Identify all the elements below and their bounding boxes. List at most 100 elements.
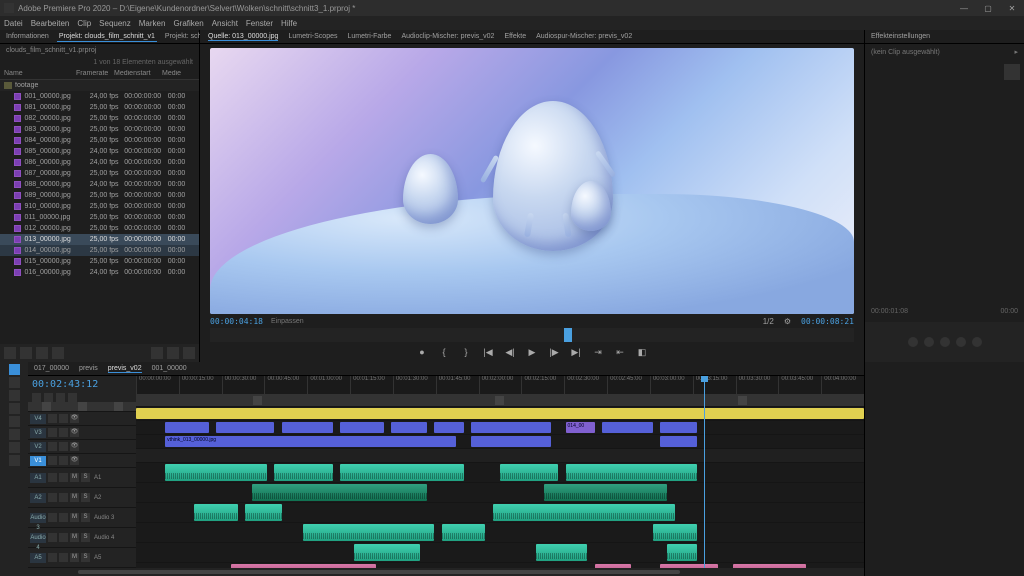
clip-row[interactable]: 088_00000.jpg24,00 fps00:00:00:0000:00 (0, 179, 199, 190)
play-icon[interactable]: ▶ (525, 345, 539, 359)
track-header[interactable]: V4👁 (28, 411, 136, 425)
razor-tool[interactable] (9, 403, 20, 414)
out-point-icon[interactable]: } (459, 345, 473, 359)
timeline-clip[interactable] (274, 464, 332, 481)
step-fwd-icon[interactable]: |▶ (547, 345, 561, 359)
util-btn-5[interactable] (972, 337, 982, 347)
timeline-clip[interactable] (536, 544, 587, 561)
clip-row[interactable]: 013_00000.jpg25,00 fps00:00:00:0000:00 (0, 234, 199, 245)
track-target[interactable]: V2 (30, 442, 46, 452)
sequence-tab[interactable]: previs_v02 (108, 365, 142, 373)
track-solo-icon[interactable]: S (81, 513, 90, 522)
track-lane[interactable] (136, 448, 864, 462)
clip-row[interactable]: 910_00000.jpg25,00 fps00:00:00:0000:00 (0, 201, 199, 212)
track-select-tool[interactable] (9, 377, 20, 388)
col-mediaend[interactable]: Medie (162, 70, 192, 77)
track-visible-icon[interactable]: M (70, 513, 79, 522)
clip-row[interactable]: 089_00000.jpg25,00 fps00:00:00:0000:00 (0, 190, 199, 201)
minimize-button[interactable]: — (956, 4, 972, 13)
source-tc-in[interactable]: 00:00:04:18 (210, 317, 263, 326)
track-visible-icon[interactable]: M (70, 493, 79, 502)
clip-row[interactable]: 086_00000.jpg24,00 fps00:00:00:0000:00 (0, 157, 199, 168)
timeline-tracks-area[interactable]: 00:00:00:0000:00:15:0000:00:30:0000:00:4… (136, 376, 864, 568)
playhead[interactable] (704, 376, 705, 568)
track-lock-icon[interactable] (48, 414, 57, 423)
track-header[interactable]: Audio 3MSAudio 3 (28, 507, 136, 527)
track-lock-icon[interactable] (48, 473, 57, 482)
track-sync-icon[interactable] (59, 456, 68, 465)
track-lock-icon[interactable] (48, 513, 57, 522)
timeline-clip[interactable] (471, 422, 551, 433)
close-button[interactable]: ✕ (1004, 4, 1020, 13)
source-fit[interactable]: Einpassen (271, 318, 755, 325)
track-target[interactable]: A5 (30, 553, 46, 563)
track-solo-icon[interactable]: S (81, 553, 90, 562)
marker-add-icon[interactable] (56, 393, 65, 402)
track-visible-icon[interactable]: M (70, 473, 79, 482)
track-lock-icon[interactable] (48, 456, 57, 465)
project-tab[interactable]: Informationen (4, 32, 51, 41)
timeline-clip[interactable] (660, 422, 696, 433)
project-tab[interactable]: Projekt: clouds_film_schnitt_v1 (57, 32, 157, 42)
menu-fenster[interactable]: Fenster (246, 19, 273, 28)
track-header[interactable]: A2MSA2 (28, 487, 136, 507)
track-visible-icon[interactable]: 👁 (70, 442, 79, 451)
track-solo-icon[interactable]: S (81, 493, 90, 502)
timeline-clip[interactable] (303, 524, 434, 541)
timeline-clip[interactable] (245, 504, 281, 521)
find-icon[interactable] (151, 347, 163, 359)
source-tab[interactable]: Lumetri-Farbe (347, 33, 391, 40)
menu-datei[interactable]: Datei (4, 19, 23, 28)
new-item-icon[interactable] (167, 347, 179, 359)
timeline-clip[interactable] (340, 464, 464, 481)
time-ruler[interactable]: 00:00:00:0000:00:15:0000:00:30:0000:00:4… (136, 376, 864, 394)
ripple-tool[interactable] (9, 390, 20, 401)
clip-row[interactable]: 011_00000.jpg25,00 fps00:00:00:0000:00 (0, 212, 199, 223)
icon-view-icon[interactable] (36, 347, 48, 359)
track-header[interactable]: V3👁 (28, 425, 136, 439)
export-frame-icon[interactable]: ◧ (635, 345, 649, 359)
clip-row[interactable]: 084_00000.jpg25,00 fps00:00:00:0000:00 (0, 135, 199, 146)
overwrite-icon[interactable]: ⇤ (613, 345, 627, 359)
clip-row[interactable]: 085_00000.jpg24,00 fps00:00:00:0000:00 (0, 146, 199, 157)
menu-clip[interactable]: Clip (77, 19, 91, 28)
track-lock-icon[interactable] (48, 533, 57, 542)
track-header[interactable]: V1👁 (28, 453, 136, 467)
timeline-clip[interactable] (434, 422, 463, 433)
timeline-clip[interactable] (660, 436, 696, 447)
clip-row[interactable]: 081_00000.jpg25,00 fps00:00:00:0000:00 (0, 102, 199, 113)
source-scale[interactable]: 1/2 (763, 317, 774, 326)
track-lane[interactable] (136, 542, 864, 562)
clip-row[interactable]: 016_00000.jpg24,00 fps00:00:00:0000:00 (0, 267, 199, 278)
pen-tool[interactable] (9, 429, 20, 440)
track-target[interactable]: A2 (30, 493, 46, 503)
track-header[interactable]: Audio 4MSAudio 4 (28, 527, 136, 547)
sequence-tab[interactable]: 001_00000 (152, 365, 187, 372)
timeline-clip[interactable] (602, 422, 653, 433)
util-btn-2[interactable] (924, 337, 934, 347)
menu-bearbeiten[interactable]: Bearbeiten (31, 19, 70, 28)
track-target[interactable]: Audio 4 (30, 533, 46, 543)
timeline-clip[interactable] (653, 524, 697, 541)
hand-tool[interactable] (9, 442, 20, 453)
goto-in-icon[interactable]: |◀ (481, 345, 495, 359)
type-tool[interactable] (9, 455, 20, 466)
trash-icon[interactable] (183, 347, 195, 359)
snap-icon[interactable] (32, 393, 41, 402)
clip-row[interactable]: 087_00000.jpg25,00 fps00:00:00:0000:00 (0, 168, 199, 179)
in-point-icon[interactable]: { (437, 345, 451, 359)
sequence-tab[interactable]: previs (79, 365, 98, 372)
timeline-clip[interactable] (667, 544, 696, 561)
track-solo-icon[interactable]: S (81, 473, 90, 482)
timeline-clip[interactable] (566, 464, 697, 481)
link-icon[interactable] (44, 393, 53, 402)
track-target[interactable]: Audio 3 (30, 513, 46, 523)
track-sync-icon[interactable] (59, 533, 68, 542)
maximize-button[interactable]: ▢ (980, 4, 996, 13)
effect-controls-tab[interactable]: Effekteinstellungen (871, 33, 930, 40)
track-sync-icon[interactable] (59, 473, 68, 482)
timeline-clip[interactable] (471, 436, 551, 447)
source-monitor[interactable] (210, 48, 854, 314)
util-btn-4[interactable] (956, 337, 966, 347)
source-scrubber[interactable] (210, 328, 854, 342)
